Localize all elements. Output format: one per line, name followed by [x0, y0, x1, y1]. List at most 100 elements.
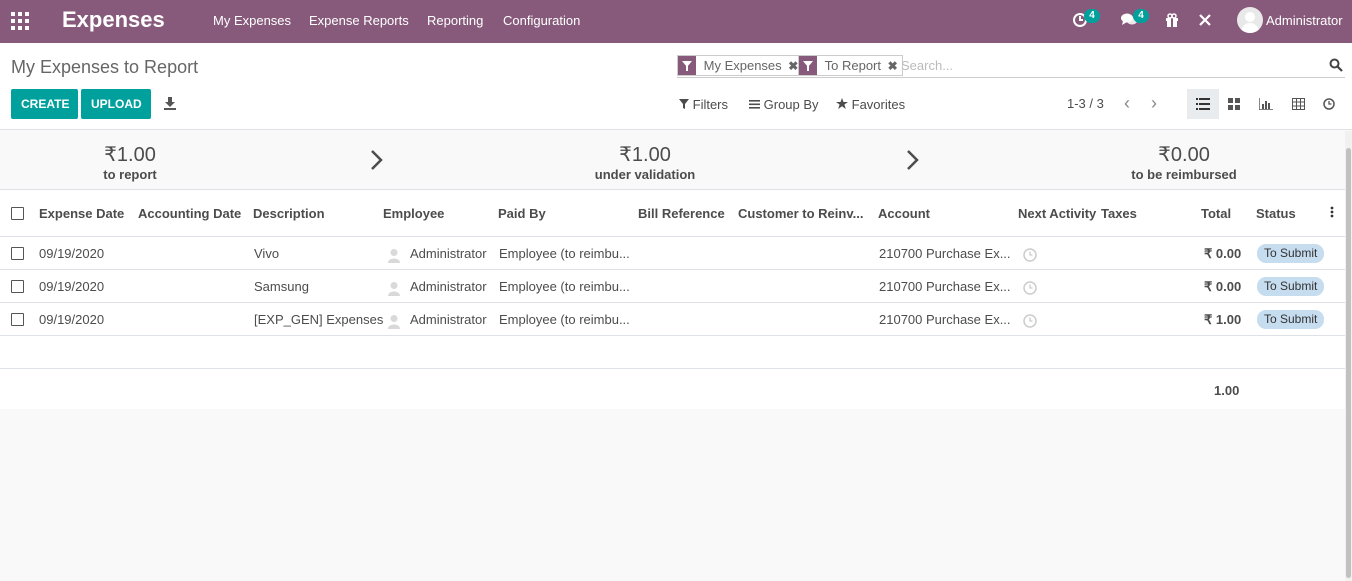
column-paid-by[interactable]: Paid By — [498, 206, 546, 221]
select-all-checkbox[interactable] — [11, 207, 24, 220]
expense-dashboard: ₹1.00 to report ₹1.00 under validation ₹… — [0, 131, 1345, 190]
dashboard-label: under validation — [594, 167, 696, 182]
search-icon[interactable] — [1329, 58, 1343, 72]
upload-button[interactable]: UPLOAD — [81, 89, 151, 119]
column-bill-reference[interactable]: Bill Reference — [638, 206, 725, 221]
activity-clock-icon[interactable] — [1023, 281, 1037, 295]
pager-value[interactable]: 1-3 / 3 — [1067, 96, 1104, 111]
list-view-icon — [1196, 98, 1210, 110]
facet-to-report[interactable]: To Report ✖ — [798, 55, 903, 76]
column-status[interactable]: Status — [1256, 206, 1296, 221]
user-avatar[interactable] — [1237, 7, 1263, 33]
pager-next-icon[interactable]: › — [1146, 94, 1162, 112]
remove-facet-icon[interactable]: ✖ — [788, 57, 798, 76]
gift-icon[interactable] — [1162, 10, 1182, 30]
create-button[interactable]: CREATE — [11, 89, 78, 119]
groupby-dropdown[interactable]: Group By — [749, 97, 819, 112]
cell-paid-by: Employee (to reimbu... — [499, 312, 630, 327]
empty-row — [0, 336, 1345, 369]
facet-label: My Expenses — [703, 58, 782, 73]
filters-dropdown[interactable]: Filters — [679, 97, 728, 112]
favorites-dropdown[interactable]: Favorites — [836, 97, 905, 112]
menu-configuration[interactable]: Configuration — [503, 13, 580, 28]
control-panel: My Expenses to Report CREATE UPLOAD My E… — [0, 43, 1352, 130]
row-checkbox[interactable] — [11, 313, 24, 326]
menu-my-expenses[interactable]: My Expenses — [213, 13, 291, 28]
table-footer: 1.00 — [0, 369, 1345, 409]
graph-view-button[interactable] — [1250, 89, 1282, 119]
column-expense-date[interactable]: Expense Date — [39, 206, 124, 221]
cell-account: 210700 Purchase Ex... — [879, 246, 1011, 261]
clock-icon — [1323, 98, 1335, 110]
dashboard-amount: ₹1.00 — [104, 144, 156, 166]
pivot-view-button[interactable] — [1283, 89, 1315, 119]
debug-tools-icon[interactable] — [1195, 10, 1215, 30]
chevron-right-icon — [371, 150, 383, 170]
cell-account: 210700 Purchase Ex... — [879, 279, 1011, 294]
menu-expense-reports[interactable]: Expense Reports — [309, 13, 409, 28]
facet-my-expenses[interactable]: My Expenses ✖ — [677, 55, 804, 76]
table-row[interactable]: 09/19/2020 Samsung Administrator Employe… — [0, 270, 1345, 303]
column-account[interactable]: Account — [878, 206, 930, 221]
column-employee[interactable]: Employee — [383, 206, 444, 221]
menu-reporting[interactable]: Reporting — [427, 13, 483, 28]
cell-employee: Administrator — [410, 312, 487, 327]
expenses-list: Expense Date Accounting Date Description… — [0, 190, 1345, 409]
table-row[interactable]: 09/19/2020 Vivo Administrator Employee (… — [0, 237, 1345, 270]
employee-avatar-icon — [388, 282, 400, 296]
table-icon — [1292, 98, 1305, 110]
employee-avatar-icon — [388, 315, 400, 329]
grand-total: 1.00 — [1214, 383, 1240, 398]
kanban-view-icon — [1228, 98, 1240, 110]
activity-view-button[interactable] — [1314, 89, 1346, 119]
chevron-right-icon — [907, 150, 919, 170]
app-brand[interactable]: Expenses — [62, 7, 165, 33]
cell-account: 210700 Purchase Ex... — [879, 312, 1011, 327]
vertical-scrollbar[interactable] — [1345, 131, 1352, 581]
dashboard-to-report[interactable]: ₹1.00 to report — [70, 142, 190, 182]
status-badge: To Submit — [1257, 277, 1325, 296]
row-checkbox[interactable] — [11, 280, 24, 293]
cell-expense-date: 09/19/2020 — [39, 279, 105, 294]
apps-menu-icon[interactable] — [11, 12, 29, 30]
column-total[interactable]: Total — [1201, 206, 1231, 221]
remove-facet-icon[interactable]: ✖ — [888, 57, 898, 76]
column-customer-to-reinvoice[interactable]: Customer to Reinv... — [738, 206, 863, 221]
activity-clock-icon[interactable] — [1023, 314, 1037, 328]
optional-columns-icon[interactable] — [1329, 206, 1335, 221]
pager-previous-icon[interactable]: ‹ — [1119, 94, 1135, 112]
star-icon — [836, 98, 848, 109]
list-view-button[interactable] — [1187, 89, 1219, 119]
cell-description: Samsung — [254, 279, 309, 294]
cell-description: [EXP_GEN] Expenses — [254, 312, 384, 327]
top-navbar: Expenses My Expenses Expense Reports Rep… — [0, 0, 1352, 43]
cell-total: ₹ 1.00 — [1204, 312, 1242, 327]
download-icon[interactable] — [163, 96, 177, 110]
kanban-view-button[interactable] — [1218, 89, 1250, 119]
cell-total: ₹ 0.00 — [1204, 246, 1242, 261]
search-bar[interactable]: My Expenses ✖ To Report ✖ Search... — [677, 54, 1345, 78]
table-header: Expense Date Accounting Date Description… — [0, 190, 1345, 237]
search-input[interactable]: Search... — [901, 58, 953, 73]
facet-label: To Report — [824, 58, 881, 73]
dashboard-label: to be reimbursed — [1131, 167, 1237, 182]
column-description[interactable]: Description — [253, 206, 325, 221]
list-icon — [749, 100, 760, 109]
column-accounting-date[interactable]: Accounting Date — [138, 206, 241, 221]
row-checkbox[interactable] — [11, 247, 24, 260]
cell-employee: Administrator — [410, 246, 487, 261]
user-menu[interactable]: Administrator — [1266, 13, 1343, 28]
cell-expense-date: 09/19/2020 — [39, 312, 105, 327]
page-title: My Expenses to Report — [11, 57, 199, 77]
filter-icon — [679, 99, 689, 109]
activity-clock-icon[interactable] — [1023, 248, 1037, 262]
dashboard-to-be-reimbursed[interactable]: ₹0.00 to be reimbursed — [1114, 142, 1254, 182]
filter-icon — [678, 56, 696, 75]
column-next-activity[interactable]: Next Activity — [1018, 206, 1096, 221]
column-taxes[interactable]: Taxes — [1101, 206, 1137, 221]
bar-chart-icon — [1258, 98, 1273, 111]
dashboard-under-validation[interactable]: ₹1.00 under validation — [565, 142, 725, 182]
cell-description: Vivo — [254, 246, 280, 261]
filter-icon — [799, 56, 817, 75]
table-row[interactable]: 09/19/2020 [EXP_GEN] Expenses Administra… — [0, 303, 1345, 336]
